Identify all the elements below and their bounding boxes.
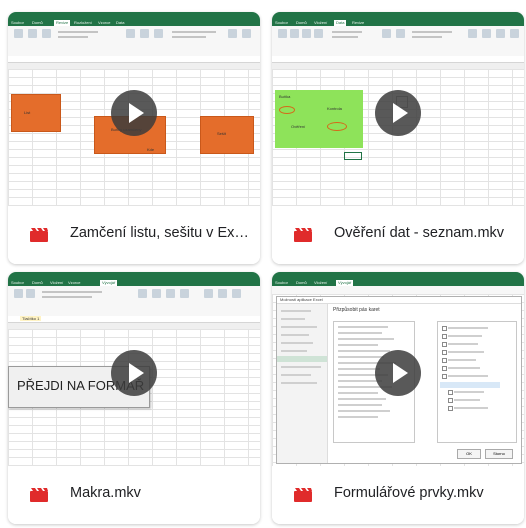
excel-title-bar (272, 12, 524, 19)
video-card-footer: Zamčení listu, sešitu v Excelu (8, 206, 260, 264)
video-file-icon (30, 228, 48, 242)
ok-button: OK (457, 449, 481, 459)
shape-label: Kde (147, 147, 155, 152)
video-file-icon (30, 488, 48, 502)
excel-ribbon-tabs: Soubor Domů Vložení Vývojář (272, 279, 524, 286)
dialog-title-text: Možnosti aplikace Excel (280, 297, 323, 302)
video-title[interactable]: Formulářové prvky.mkv (334, 485, 516, 501)
video-card-footer: Ověření dat - seznam.mkv (272, 206, 524, 264)
excel-ribbon (8, 286, 260, 317)
shape-label: List (24, 110, 31, 115)
excel-ribbon-tabs: Soubor Domů Revize Rozložení Vzorce Data (8, 19, 260, 26)
video-card-4[interactable]: Soubor Domů Vložení Vývojář Možnosti apl… (272, 272, 524, 524)
video-thumbnail[interactable]: Soubor Domů Revize Rozložení Vzorce Data… (8, 12, 260, 206)
video-card-footer: Makra.mkv (8, 466, 260, 524)
excel-title-bar (272, 272, 524, 279)
shape-validation: Buňka Kontrola Ověření (275, 90, 363, 148)
dialog-heading: Přizpůsobit pás karet (333, 307, 380, 313)
ribbon-tabs-list (437, 321, 517, 443)
formula-bar (272, 56, 524, 63)
shape-label: Kontrola (327, 106, 342, 111)
excel-title-bar (8, 12, 260, 19)
play-button[interactable] (111, 350, 157, 396)
video-title[interactable]: Makra.mkv (70, 485, 252, 501)
shape-list: List (11, 94, 61, 132)
video-file-icon (294, 488, 312, 502)
selected-cell (344, 152, 362, 160)
excel-ribbon (8, 26, 260, 57)
excel-ribbon (272, 26, 524, 57)
play-button[interactable] (375, 350, 421, 396)
video-thumbnail[interactable]: Soubor Domů Vložení Vzorce Vývojář Tlačí… (8, 272, 260, 466)
play-button[interactable] (375, 90, 421, 136)
video-title[interactable]: Zamčení listu, sešitu v Excelu (70, 225, 252, 241)
video-card-3[interactable]: Soubor Domů Vložení Vzorce Vývojář Tlačí… (8, 272, 260, 524)
video-grid: Soubor Domů Revize Rozložení Vzorce Data… (0, 0, 526, 528)
shape-label: Buňka (279, 94, 291, 99)
video-thumbnail[interactable]: Soubor Domů Vložení Vývojář Možnosti apl… (272, 272, 524, 466)
excel-title-bar (8, 272, 260, 279)
shape-label: Sešit (217, 131, 226, 136)
video-file-icon (294, 228, 312, 242)
excel-ribbon-tabs: Soubor Domů Vložení Vzorce Vývojář (8, 279, 260, 286)
shape-label: Ověření (291, 124, 306, 129)
video-card-footer: Formulářové prvky.mkv (272, 466, 524, 524)
play-button[interactable] (111, 90, 157, 136)
video-card-1[interactable]: Soubor Domů Revize Rozložení Vzorce Data… (8, 12, 260, 264)
video-thumbnail[interactable]: Soubor Domů Vložení Data Revize Buňka Ko… (272, 12, 524, 206)
name-box: Tlačítko 1 (20, 316, 42, 321)
dialog-sidebar (277, 304, 328, 463)
dialog-title: Možnosti aplikace Excel (277, 297, 521, 304)
cancel-button: Storno (485, 449, 513, 459)
video-card-2[interactable]: Soubor Domů Vložení Data Revize Buňka Ko… (272, 12, 524, 264)
excel-ribbon-tabs: Soubor Domů Vložení Data Revize (272, 19, 524, 26)
formula-bar: Tlačítko 1 (8, 316, 260, 323)
video-title[interactable]: Ověření dat - seznam.mkv (334, 225, 516, 241)
formula-bar (8, 56, 260, 63)
shape-workbook: Sešit (200, 116, 254, 154)
